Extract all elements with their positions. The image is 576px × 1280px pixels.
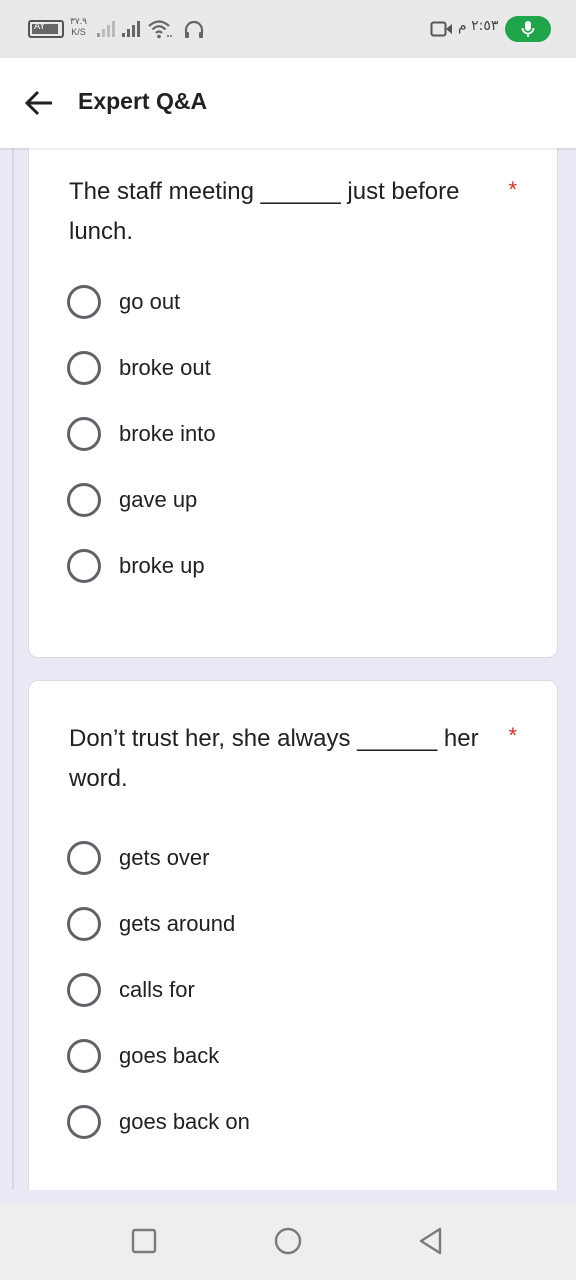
radio-button[interactable] — [67, 417, 101, 451]
wifi-icon — [148, 20, 172, 39]
back-nav-button[interactable] — [414, 1224, 448, 1258]
radio-button[interactable] — [67, 973, 101, 1007]
video-camera-icon — [430, 21, 452, 37]
option-goes-back-on[interactable]: goes back on — [67, 1102, 507, 1142]
page-title: Expert Q&A — [78, 88, 208, 114]
net-speed-unit: K/S — [71, 27, 86, 37]
option-label: gets over — [119, 845, 210, 870]
option-go-out[interactable]: go out — [67, 282, 507, 322]
radio-button[interactable] — [67, 285, 101, 319]
question-text: The staff meeting ______ just before lun… — [69, 178, 460, 245]
option-broke-out[interactable]: broke out — [67, 348, 507, 388]
option-label: gave up — [119, 487, 198, 512]
recents-button[interactable] — [127, 1224, 161, 1258]
question-card: The staff meeting ______ just before lun… — [28, 148, 558, 658]
microphone-icon — [521, 21, 535, 37]
net-speed: ٣٧.٩ K/S — [70, 16, 87, 38]
option-label: goes back — [119, 1043, 220, 1068]
headset-icon — [184, 20, 204, 38]
status-time: ٢:٥٣ م — [458, 18, 499, 34]
scroll-edge — [12, 148, 14, 1190]
option-gets-over[interactable]: gets over — [67, 838, 507, 878]
option-label: go out — [119, 289, 181, 314]
option-gets-around[interactable]: gets around — [67, 904, 507, 944]
home-circle-icon — [274, 1227, 302, 1255]
option-label: broke up — [119, 553, 205, 578]
option-label: gets around — [119, 911, 236, 936]
form-content[interactable]: The staff meeting ______ just before lun… — [0, 148, 576, 1190]
question-text: Don’t trust her, she always ______ her w… — [69, 725, 479, 792]
app-bar: Expert Q&A — [0, 58, 576, 148]
option-label: goes back on — [119, 1109, 250, 1134]
radio-button[interactable] — [67, 907, 101, 941]
home-button[interactable] — [271, 1224, 305, 1258]
radio-button[interactable] — [67, 841, 101, 875]
radio-button[interactable] — [67, 549, 101, 583]
recents-square-icon — [131, 1228, 157, 1254]
option-goes-back[interactable]: goes back — [67, 1036, 507, 1076]
radio-button[interactable] — [67, 1105, 101, 1139]
option-broke-up[interactable]: broke up — [67, 546, 507, 586]
status-bar: AY ٣٧.٩ K/S ٢:٥٣ م — [0, 0, 576, 58]
net-speed-value: ٣٧.٩ — [70, 16, 88, 26]
arrow-left-icon — [24, 90, 52, 116]
option-label: broke out — [119, 355, 211, 380]
radio-button[interactable] — [67, 351, 101, 385]
microphone-indicator — [505, 16, 551, 42]
battery-level: AY — [34, 22, 45, 32]
option-broke-into[interactable]: broke into — [67, 414, 507, 454]
radio-button[interactable] — [67, 1039, 101, 1073]
option-calls-for[interactable]: calls for — [67, 970, 507, 1010]
required-asterisk: * — [508, 723, 517, 748]
option-label: broke into — [119, 421, 216, 446]
option-gave-up[interactable]: gave up — [67, 480, 507, 520]
battery-icon: AY — [28, 20, 64, 38]
signal-icon — [122, 21, 140, 37]
back-button[interactable] — [22, 86, 56, 120]
radio-button[interactable] — [67, 483, 101, 517]
navigation-bar — [0, 1202, 576, 1280]
option-label: calls for — [119, 977, 195, 1002]
signal-icon — [97, 21, 115, 37]
question-card: Don’t trust her, she always ______ her w… — [28, 680, 558, 1190]
required-asterisk: * — [508, 177, 517, 202]
back-triangle-icon — [419, 1227, 442, 1255]
